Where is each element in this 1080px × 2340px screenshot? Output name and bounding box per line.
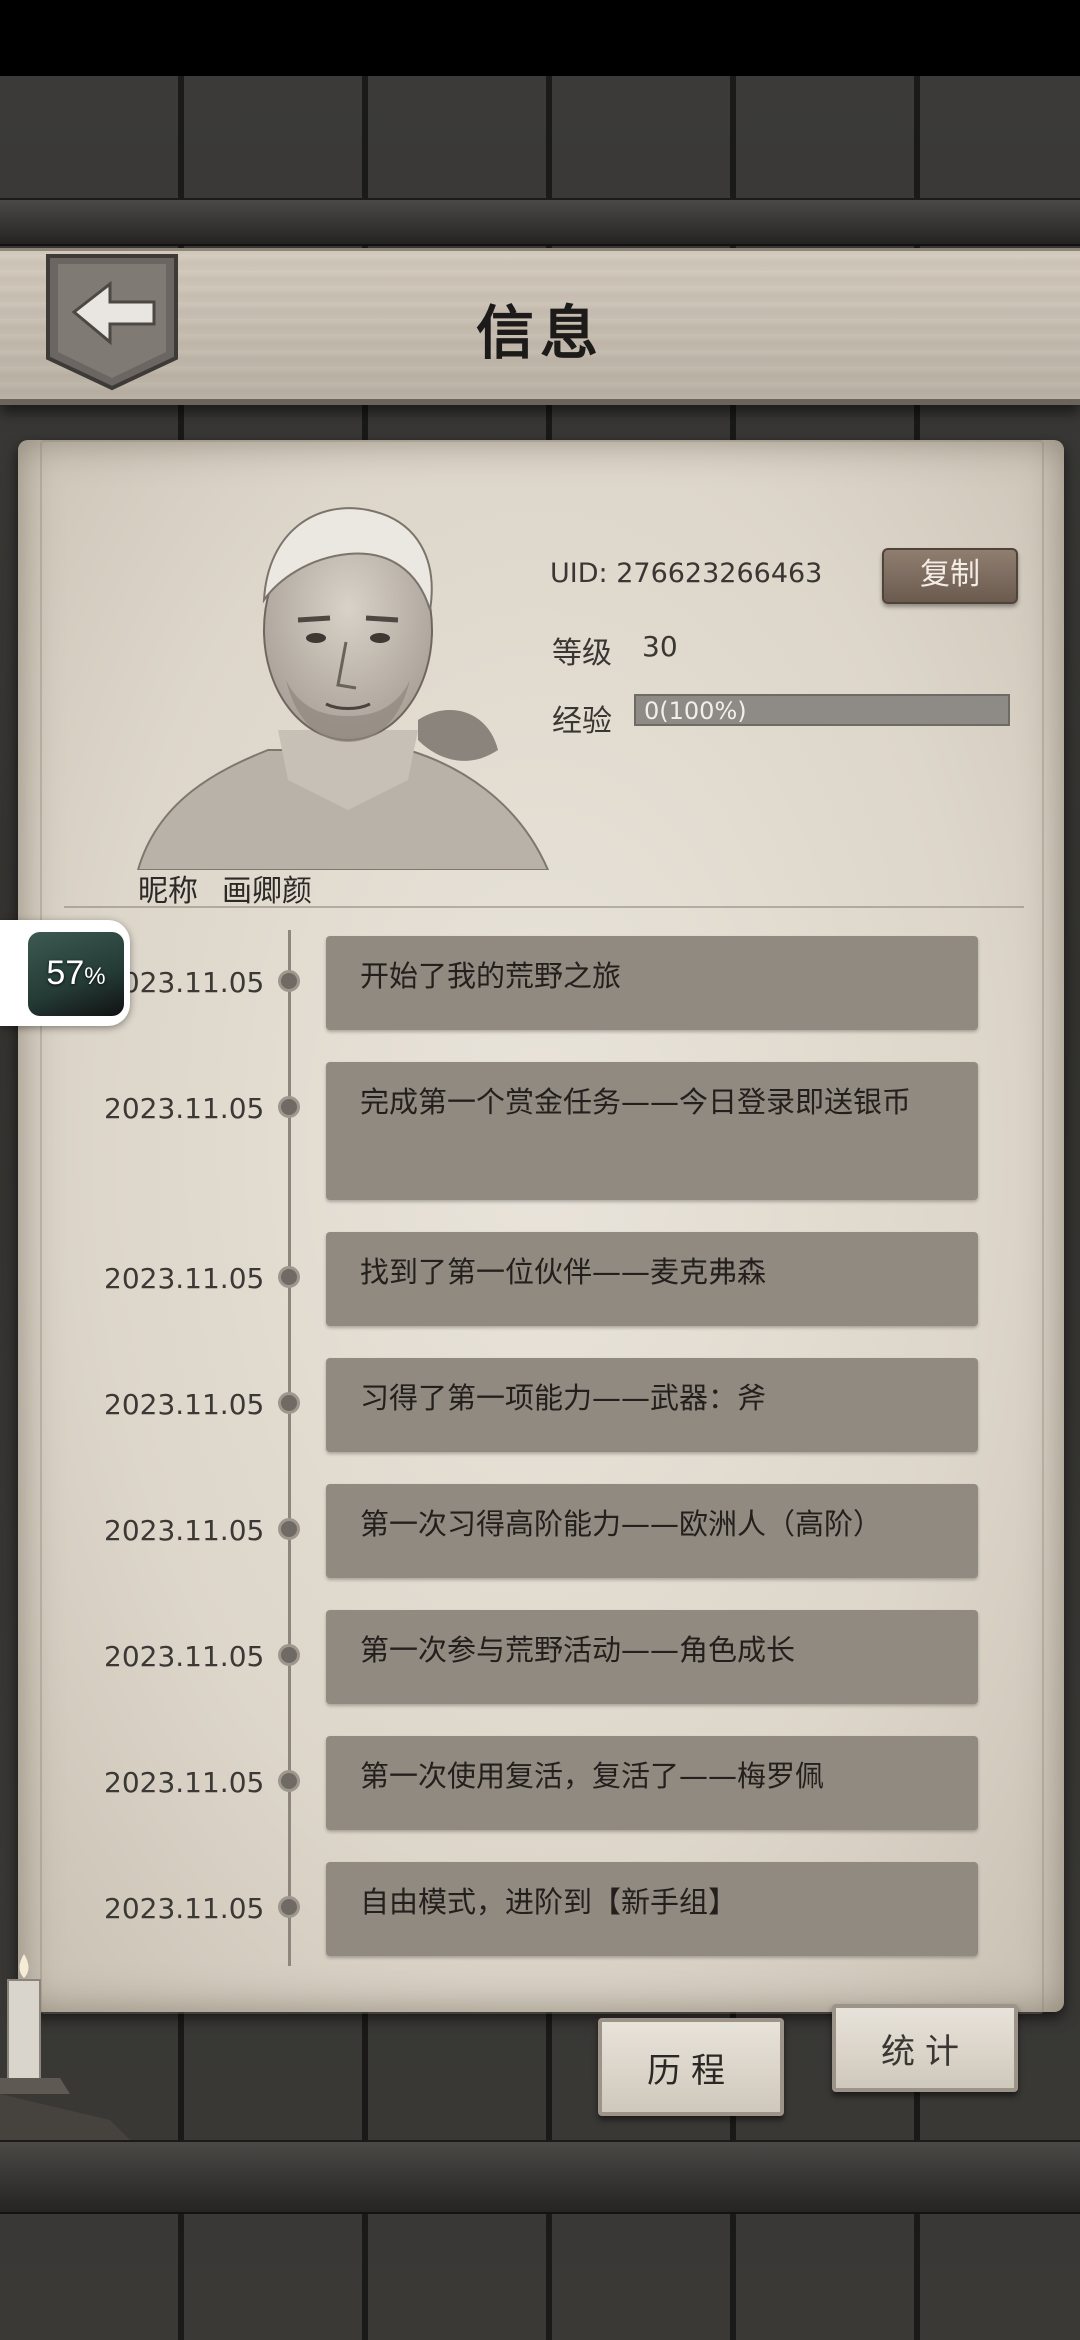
loading-percent: 57% <box>28 954 124 993</box>
nickname-value: 画卿颜 <box>222 874 312 909</box>
event-card: 第一次参与荒野活动——角色成长 <box>326 1610 978 1704</box>
uid-prefix: UID: <box>550 558 608 589</box>
event-date: 2023.11.05 <box>104 1640 265 1673</box>
loading-percent-sign: % <box>84 963 106 990</box>
event-date: 2023.11.05 <box>104 1892 265 1925</box>
event-date: 2023.11.05 <box>104 1092 265 1125</box>
timeline-dot-icon <box>278 1644 300 1666</box>
event-date: 2023.11.05 <box>104 1514 265 1547</box>
timeline-dot-icon <box>278 1392 300 1414</box>
level-label: 等级 <box>552 636 612 671</box>
copy-uid-button[interactable]: 复制 <box>882 548 1018 604</box>
loading-progress-badge[interactable]: 57% <box>0 920 130 1026</box>
profile-divider <box>64 906 1024 908</box>
exp-progress-bar: 0(100%) <box>634 694 1010 726</box>
candle-decoration <box>0 1950 130 2140</box>
timeline-line <box>288 930 291 1966</box>
loading-percent-value: 57 <box>46 954 85 992</box>
character-portrait <box>118 480 578 871</box>
event-card: 开始了我的荒野之旅 <box>326 936 978 1030</box>
timeline-dot-icon <box>278 970 300 992</box>
event-date: 2023.11.05 <box>104 1766 265 1799</box>
event-date: 2023.11.05 <box>104 1388 265 1421</box>
timeline-dot-icon <box>278 1896 300 1918</box>
timeline-dot-icon <box>278 1266 300 1288</box>
tab-history[interactable]: 历程 <box>598 2018 784 2116</box>
nickname-label: 昵称 <box>138 874 198 909</box>
uid-row: UID: 276623266463 <box>550 558 822 589</box>
event-date: 2023.11.05 <box>104 1262 265 1295</box>
event-card: 找到了第一位伙伴——麦克弗森 <box>326 1232 978 1326</box>
exp-label: 经验 <box>552 704 612 739</box>
bottom-beam <box>0 2140 1080 2214</box>
event-card: 自由模式，进阶到【新手组】 <box>326 1862 978 1956</box>
exp-progress-text: 0(100%) <box>644 697 747 725</box>
event-card: 完成第一个赏金任务——今日登录即送银币 <box>326 1062 978 1200</box>
timeline-dot-icon <box>278 1518 300 1540</box>
back-button[interactable] <box>44 250 180 392</box>
top-beam <box>0 198 1080 246</box>
level-value: 30 <box>642 630 678 663</box>
event-card: 第一次使用复活，复活了——梅罗佩 <box>326 1736 978 1830</box>
back-arrow-icon <box>46 254 178 391</box>
uid-value: 276623266463 <box>616 558 823 589</box>
status-strip <box>0 0 1080 76</box>
timeline-dot-icon <box>278 1770 300 1792</box>
timeline-dot-icon <box>278 1096 300 1118</box>
event-card: 习得了第一项能力——武器：斧 <box>326 1358 978 1452</box>
tab-stats[interactable]: 统计 <box>832 2004 1018 2092</box>
event-card: 第一次习得高阶能力——欧洲人（高阶） <box>326 1484 978 1578</box>
